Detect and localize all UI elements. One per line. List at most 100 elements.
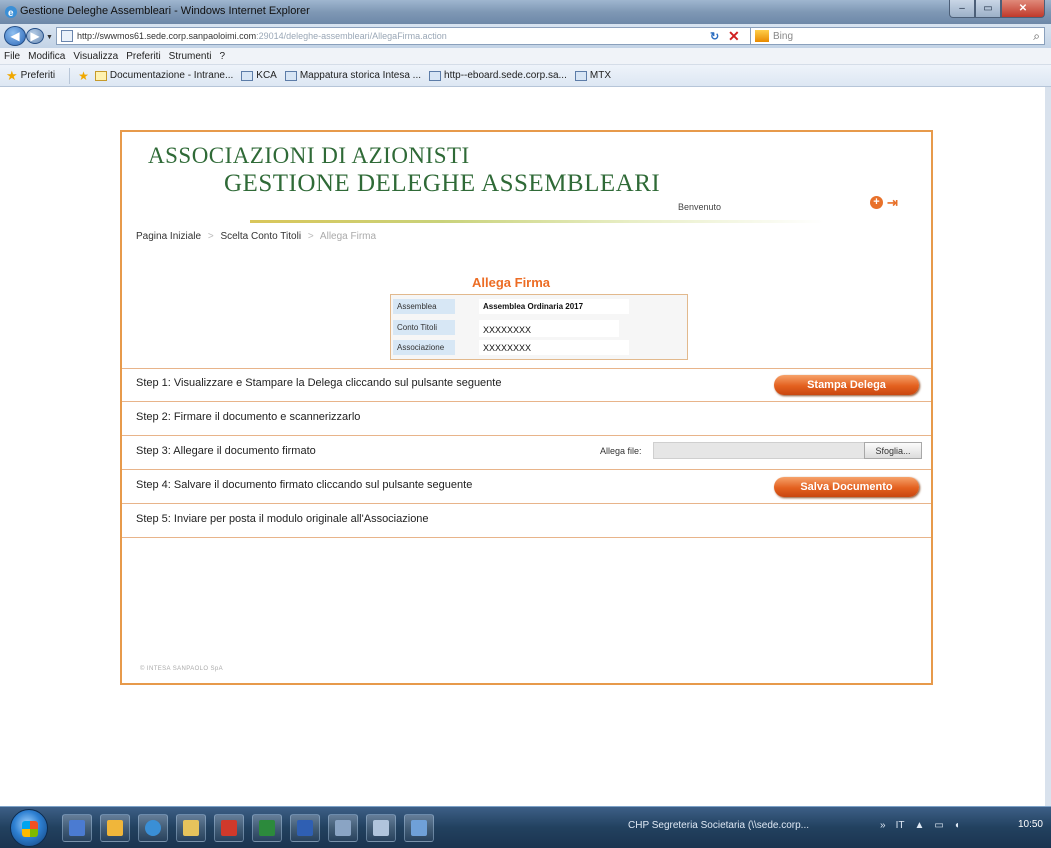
url-path: :29014/deleghe-assembleari/AllegaFirma.a…: [256, 31, 447, 41]
favorite-item-mtx[interactable]: MTX: [574, 70, 611, 81]
menu-modifica[interactable]: Modifica: [28, 51, 65, 62]
svg-text:e: e: [8, 8, 14, 19]
address-bar: ◀ ▶ ▼ http://swwmos61.sede.corp.sanpaolo…: [0, 24, 1051, 48]
favorite-label: KCA: [256, 70, 277, 81]
taskbar-app[interactable]: [252, 814, 282, 842]
favorite-label: MTX: [589, 70, 611, 81]
logout-icon[interactable]: ⇥: [887, 195, 898, 211]
page-container: ASSOCIAZIONI DI AZIONISTI GESTIONE DELEG…: [120, 130, 933, 685]
favorite-label: http--eboard.sede.corp.sa...: [444, 70, 567, 81]
refresh-icon[interactable]: ↻: [710, 27, 719, 45]
favorites-button[interactable]: ★ Preferiti: [0, 66, 61, 86]
menu-file[interactable]: File: [4, 51, 20, 62]
url-host: http://swwmos61.sede.corp.sanpaoloimi.co…: [77, 31, 257, 41]
taskbar-app[interactable]: [62, 814, 92, 842]
language-indicator[interactable]: IT: [896, 820, 905, 831]
volume-icon[interactable]: ◖: [954, 820, 960, 831]
info-label: Assemblea: [393, 299, 455, 314]
favorites-label: Preferiti: [20, 70, 56, 81]
file-label: Allega file:: [600, 446, 642, 456]
add-favorite-icon[interactable]: ★: [78, 69, 89, 83]
window-title-bar: e Gestione Deleghe Assembleari - Windows…: [0, 0, 1051, 24]
favorites-bar: ★ Preferiti ★ Documentazione - Intrane..…: [0, 65, 1051, 87]
page-icon: [241, 70, 254, 81]
menu-strumenti[interactable]: Strumenti: [169, 51, 212, 62]
explorer-icon: [183, 820, 199, 836]
taskbar: CHP Segreteria Societaria (\\sede.corp..…: [0, 806, 1051, 848]
info-row-conto-titoli: Conto Titoli XXXXXXXX: [391, 319, 687, 337]
breadcrumb-current: Allega Firma: [319, 231, 377, 242]
document-icon: [94, 70, 107, 81]
page-icon: [61, 30, 73, 42]
menu-visualizza[interactable]: Visualizza: [73, 51, 118, 62]
page-icon: [284, 70, 297, 81]
search-icon[interactable]: ⌕: [1033, 29, 1040, 44]
search-input[interactable]: Bing ⌕: [750, 27, 1045, 45]
url-field[interactable]: http://swwmos61.sede.corp.sanpaoloimi.co…: [56, 27, 766, 45]
breadcrumb-home[interactable]: Pagina Iniziale: [136, 231, 201, 242]
page-title: Allega Firma: [472, 275, 551, 290]
tray-overflow-icon[interactable]: »: [880, 820, 886, 831]
taskbar-app[interactable]: [290, 814, 320, 842]
breadcrumb: Pagina Iniziale > Scelta Conto Titoli > …: [136, 231, 376, 242]
taskbar-app[interactable]: [366, 814, 396, 842]
taskbar-app[interactable]: [100, 814, 130, 842]
stop-icon[interactable]: ✕: [728, 27, 740, 45]
search-placeholder: Bing: [773, 30, 794, 42]
taskbar-app[interactable]: [214, 814, 244, 842]
favorite-item-kca[interactable]: KCA: [241, 70, 277, 81]
taskbar-app[interactable]: [138, 814, 168, 842]
favorite-item-eboard[interactable]: http--eboard.sede.corp.sa...: [429, 70, 567, 81]
stampa-delega-button[interactable]: Stampa Delega: [774, 375, 919, 395]
taskbar-task-label: CHP Segreteria Societaria (\\sede.corp..…: [628, 820, 810, 831]
taskbar-app[interactable]: [328, 814, 358, 842]
restore-button[interactable]: ▭: [975, 0, 1001, 18]
clock[interactable]: 10:50: [1018, 819, 1043, 830]
step-5-row: Step 5: Inviare per posta il modulo orig…: [122, 505, 931, 538]
plus-icon[interactable]: +: [870, 196, 883, 209]
favorite-item-documentazione[interactable]: Documentazione - Intrane...: [94, 70, 234, 81]
excel-icon: [259, 820, 275, 836]
favorite-label: Mappatura storica Intesa ...: [299, 70, 422, 81]
back-button[interactable]: ◀: [4, 26, 26, 46]
header-divider: [250, 220, 824, 223]
info-table: Assemblea Assemblea Ordinaria 2017 Conto…: [390, 294, 688, 360]
divider: [69, 67, 71, 84]
network-icon[interactable]: ▭: [934, 820, 943, 831]
pdf-icon: [221, 820, 237, 836]
taskbar-app[interactable]: [404, 814, 434, 842]
favorite-label: Documentazione - Intrane...: [109, 70, 234, 81]
brand-title: ASSOCIAZIONI DI AZIONISTI: [148, 143, 470, 168]
info-value: XXXXXXXX: [483, 324, 532, 335]
step-2-text: Step 2: Firmare il documento e scanneriz…: [136, 411, 361, 423]
app-title: GESTIONE DELEGHE ASSEMBLEARI: [224, 170, 661, 197]
close-button[interactable]: ✕: [1001, 0, 1045, 18]
step-4-row: Step 4: Salvare il documento firmato cli…: [122, 471, 931, 504]
start-button[interactable]: [10, 809, 48, 847]
scrollbar[interactable]: [1045, 87, 1051, 806]
history-dropdown-icon[interactable]: ▼: [46, 34, 53, 41]
info-value: XXXXXXXX: [483, 342, 532, 353]
file-path-input[interactable]: [653, 442, 865, 459]
browse-button[interactable]: Sfoglia...: [864, 442, 922, 459]
breadcrumb-separator: >: [307, 231, 314, 242]
step-2-row: Step 2: Firmare il documento e scanneriz…: [122, 403, 931, 436]
salva-documento-button[interactable]: Salva Documento: [774, 477, 919, 497]
taskbar-app[interactable]: [176, 814, 206, 842]
breadcrumb-conto-titoli[interactable]: Scelta Conto Titoli: [220, 231, 301, 242]
copyright: © INTESA SANPAOLO SpA: [140, 666, 224, 672]
info-value: Assemblea Ordinaria 2017: [483, 302, 584, 311]
menu-help[interactable]: ?: [219, 51, 225, 62]
system-tray: » IT ▲ ▭ ◖: [880, 820, 960, 831]
minimize-button[interactable]: –: [949, 0, 975, 18]
forward-button[interactable]: ▶: [26, 28, 44, 44]
info-label: Associazione: [393, 340, 455, 355]
star-icon: ★: [6, 67, 18, 83]
internet-explorer-icon: [145, 820, 161, 836]
page-icon: [429, 70, 442, 81]
menu-preferiti[interactable]: Preferiti: [126, 51, 160, 62]
window-title: Gestione Deleghe Assembleari - Windows I…: [20, 5, 310, 17]
tray-arrow-icon[interactable]: ▲: [914, 820, 924, 831]
info-row-associazione: Associazione XXXXXXXX: [391, 339, 687, 356]
favorite-item-mappatura[interactable]: Mappatura storica Intesa ...: [284, 70, 422, 81]
